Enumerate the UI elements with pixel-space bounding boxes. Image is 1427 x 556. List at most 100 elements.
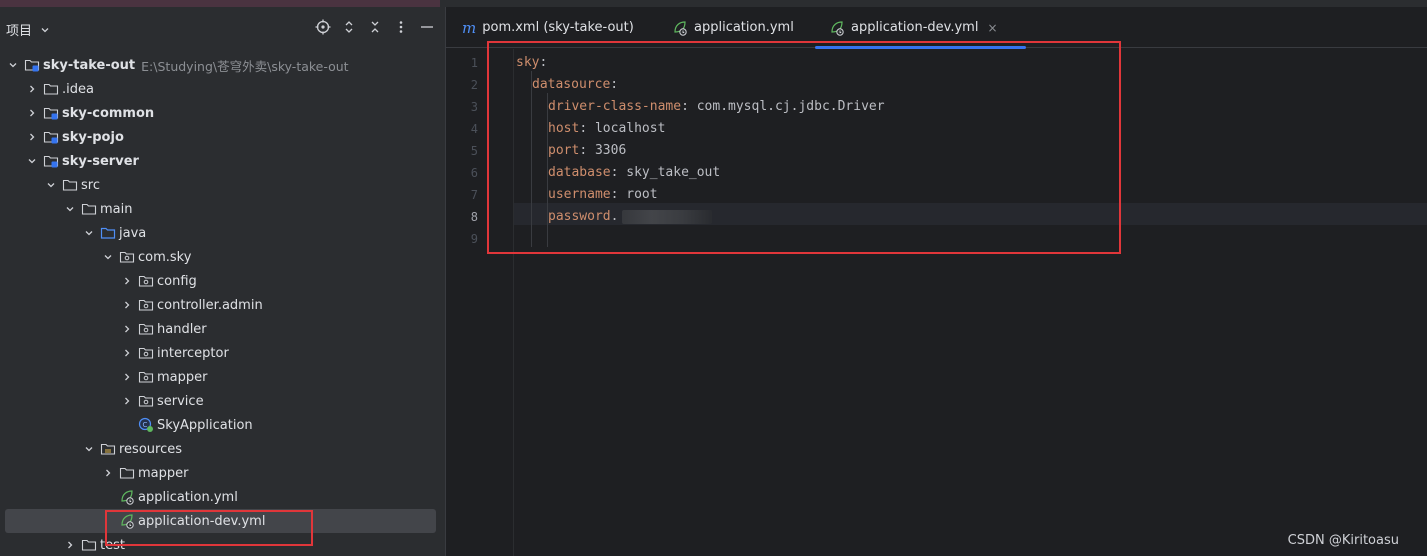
chevron-right-icon[interactable] <box>24 81 40 97</box>
tree-item-label: application.yml <box>138 489 238 505</box>
chevron-right-icon[interactable] <box>119 393 135 409</box>
tree-item-label: src <box>81 177 100 193</box>
chevron-down-icon[interactable] <box>5 57 21 73</box>
tree-item[interactable]: C SkyApplication <box>0 413 445 437</box>
project-view-selector[interactable]: 项目 <box>6 20 50 39</box>
line-number: 1 <box>470 56 478 70</box>
chevron-down-icon[interactable] <box>62 201 78 217</box>
minimize-icon[interactable] <box>417 17 437 37</box>
line-number: 2 <box>470 78 478 92</box>
tree-item-label: sky-take-out <box>43 57 136 73</box>
annotation-box-code <box>487 41 1121 254</box>
tree-item[interactable]: application.yml <box>0 485 445 509</box>
more-icon[interactable] <box>391 17 411 37</box>
tree-item-label: java <box>119 225 147 241</box>
package-icon <box>138 345 154 361</box>
tree-item-label: handler <box>157 321 207 337</box>
project-tree: sky-take-out E:\Studying\苍穹外卖\sky-take-ou… <box>0 53 445 556</box>
module-icon <box>43 105 59 121</box>
folder-icon <box>119 465 135 481</box>
source-folder-icon <box>100 225 116 241</box>
tree-item[interactable]: main <box>0 197 445 221</box>
module-icon <box>43 153 59 169</box>
package-icon <box>138 297 154 313</box>
title-accent <box>0 0 440 7</box>
chevron-right-icon[interactable] <box>119 273 135 289</box>
editor-area: m pom.xml (sky-take-out) application.yml ap… <box>445 7 1427 556</box>
line-number: 8 <box>470 210 478 224</box>
module-icon <box>24 57 40 73</box>
module-path-hint: E:\Studying\苍穹外卖\sky-take-out <box>141 58 349 74</box>
tree-item-label: sky-server <box>62 153 139 169</box>
tree-item[interactable]: sky-server <box>0 149 445 173</box>
tab-label: application.yml <box>694 20 794 35</box>
tree-item[interactable]: handler <box>0 317 445 341</box>
yaml-file-icon <box>672 20 688 36</box>
line-number: 9 <box>470 232 478 246</box>
chevron-down-icon[interactable] <box>24 153 40 169</box>
tree-item[interactable]: com.sky <box>0 245 445 269</box>
chevron-down-icon[interactable] <box>100 249 116 265</box>
svg-text:C: C <box>143 421 148 429</box>
tree-item-label: resources <box>119 441 183 457</box>
line-number: 3 <box>470 100 478 114</box>
tree-item[interactable]: sky-pojo <box>0 125 445 149</box>
tree-item[interactable]: sky-common <box>0 101 445 125</box>
collapse-all-icon[interactable] <box>365 17 385 37</box>
resources-folder-icon <box>100 441 116 457</box>
line-number: 6 <box>470 166 478 180</box>
maven-icon: m <box>462 18 477 37</box>
yaml-file-icon <box>119 489 135 505</box>
chevron-right-icon[interactable] <box>119 369 135 385</box>
chevron-down-icon <box>40 24 50 39</box>
yaml-file-icon <box>829 20 845 36</box>
tree-item-label: mapper <box>138 465 189 481</box>
chevron-down-icon[interactable] <box>43 177 59 193</box>
chevron-right-icon[interactable] <box>119 321 135 337</box>
tree-item[interactable]: resources <box>0 437 445 461</box>
tree-item[interactable]: controller.admin <box>0 293 445 317</box>
project-panel: 项目 sky-take-out E:\Studying\苍穹外卖\sky-take… <box>0 7 445 556</box>
tree-item[interactable]: sky-take-out E:\Studying\苍穹外卖\sky-take-ou… <box>0 53 445 77</box>
tree-item[interactable]: service <box>0 389 445 413</box>
project-title: 项目 <box>6 24 33 39</box>
tree-item-label: sky-common <box>62 105 155 121</box>
spring-class-icon: C <box>138 417 154 433</box>
folder-icon <box>43 81 59 97</box>
tree-item-label: interceptor <box>157 345 229 361</box>
tree-item[interactable]: config <box>0 269 445 293</box>
expand-collapse-icon[interactable] <box>339 17 359 37</box>
chevron-right-icon[interactable] <box>24 129 40 145</box>
tree-item[interactable]: java <box>0 221 445 245</box>
chevron-right-icon[interactable] <box>119 345 135 361</box>
project-panel-header: 项目 <box>0 7 445 47</box>
tree-item[interactable]: .idea <box>0 77 445 101</box>
chevron-right-icon[interactable] <box>24 105 40 121</box>
tree-item-label: config <box>157 273 197 289</box>
chevron-right-icon[interactable] <box>119 297 135 313</box>
chevron-right-icon[interactable] <box>62 537 78 553</box>
tab-label: application-dev.yml <box>851 20 979 35</box>
tree-item[interactable]: src <box>0 173 445 197</box>
line-number: 5 <box>470 144 478 158</box>
package-icon <box>138 369 154 385</box>
tree-item-label: service <box>157 393 204 409</box>
tree-item-label: main <box>100 201 133 217</box>
tree-item[interactable]: mapper <box>0 461 445 485</box>
annotation-box-file <box>105 510 313 546</box>
tree-item-label: controller.admin <box>157 297 263 313</box>
tree-item[interactable]: interceptor <box>0 341 445 365</box>
package-icon <box>138 273 154 289</box>
chevron-down-icon[interactable] <box>81 225 97 241</box>
locate-icon[interactable] <box>313 17 333 37</box>
tree-item-label: com.sky <box>138 249 192 265</box>
chevron-right-icon[interactable] <box>100 465 116 481</box>
close-icon[interactable]: × <box>987 21 997 35</box>
window-top-strip <box>0 0 1427 7</box>
folder-icon <box>81 201 97 217</box>
tree-item[interactable]: mapper <box>0 365 445 389</box>
chevron-down-icon[interactable] <box>81 441 97 457</box>
line-number: 4 <box>470 122 478 136</box>
